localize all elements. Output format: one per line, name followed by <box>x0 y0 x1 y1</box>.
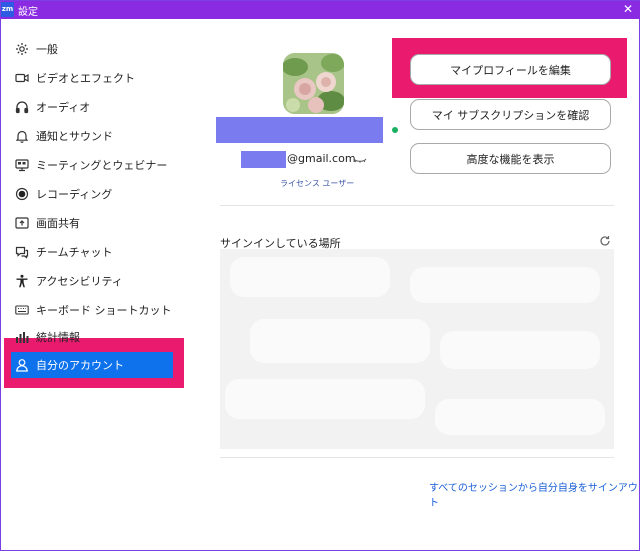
edit-profile-button[interactable]: マイプロフィールを編集 <box>410 54 611 85</box>
email-redacted <box>241 151 286 168</box>
sidebar-item-label: 一般 <box>36 43 58 56</box>
check-subscription-button[interactable]: マイ サブスクリプションを確認 <box>410 99 611 130</box>
accessibility-icon <box>15 274 29 288</box>
sidebar-item-accessibility[interactable]: アクセシビリティ <box>15 267 181 295</box>
sidebar: 一般 ビデオとエフェクト オーディオ 通知とサウンド ミーティングとウェビナー <box>1 19 191 551</box>
chat-icon <box>15 245 29 259</box>
bell-icon <box>15 129 29 143</box>
sidebar-item-label: オーディオ <box>36 101 91 114</box>
sidebar-item-notifications[interactable]: 通知とサウンド <box>15 122 181 150</box>
sidebar-item-meetings[interactable]: ミーティングとウェビナー <box>15 151 181 179</box>
sidebar-item-label: キーボード ショートカット <box>36 304 172 317</box>
sidebar-item-video[interactable]: ビデオとエフェクト <box>15 64 181 92</box>
statistics-icon <box>15 330 29 344</box>
sidebar-item-my-account[interactable]: 自分のアカウント <box>11 352 173 378</box>
user-icon <box>15 358 29 372</box>
window-title: 設定 <box>18 7 38 18</box>
divider <box>220 205 614 206</box>
sidebar-item-label: アクセシビリティ <box>36 275 123 288</box>
share-screen-icon <box>15 216 29 230</box>
sidebar-item-label: ビデオとエフェクト <box>36 72 135 85</box>
settings-window: zm 設定 ✕ 一般 ビデオとエフェクト オーディオ 通知とサウンド ミーティン… <box>0 0 640 551</box>
sign-out-all-sessions-link[interactable]: すべてのセッションから自分自身をサインアウト <box>429 479 639 509</box>
avatar[interactable] <box>283 53 344 114</box>
email-domain: @gmail.com <box>287 152 356 165</box>
show-email-eye-icon[interactable] <box>353 154 367 164</box>
sidebar-item-audio[interactable]: オーディオ <box>15 93 181 121</box>
sidebar-item-screen-share[interactable]: 画面共有 <box>15 209 181 237</box>
display-name-redacted <box>216 117 383 143</box>
divider <box>220 457 614 458</box>
sidebar-item-label: レコーディング <box>36 188 113 201</box>
video-camera-icon <box>15 71 29 85</box>
sidebar-item-recording[interactable]: レコーディング <box>15 180 181 208</box>
gear-icon <box>15 42 29 56</box>
sidebar-item-team-chat[interactable]: チームチャット <box>15 238 181 266</box>
sidebar-item-label: 通知とサウンド <box>36 130 113 143</box>
monitor-icon <box>15 158 29 172</box>
refresh-icon[interactable] <box>599 235 611 247</box>
app-logo-icon: zm <box>1 2 14 17</box>
sidebar-item-label: ミーティングとウェビナー <box>36 159 168 172</box>
close-icon[interactable]: ✕ <box>623 2 633 16</box>
title-bar: zm 設定 ✕ <box>1 1 640 19</box>
license-type: ライセンス ユーザー <box>280 179 355 188</box>
presence-status-dot <box>392 127 398 133</box>
sidebar-item-label: 統計情報 <box>36 331 80 344</box>
sidebar-item-keyboard-shortcuts[interactable]: キーボード ショートカット <box>15 296 181 324</box>
advanced-features-button[interactable]: 高度な機能を表示 <box>410 143 611 174</box>
headphones-icon <box>15 100 29 114</box>
sidebar-item-label: 自分のアカウント <box>36 359 124 372</box>
keyboard-icon <box>15 303 29 317</box>
sidebar-item-general[interactable]: 一般 <box>15 35 181 63</box>
sidebar-item-label: チームチャット <box>36 246 113 259</box>
sidebar-item-statistics[interactable]: 統計情報 <box>15 323 181 351</box>
record-icon <box>15 187 29 201</box>
signed-in-locations-list-blurred <box>220 249 614 449</box>
sidebar-item-label: 画面共有 <box>36 217 80 230</box>
